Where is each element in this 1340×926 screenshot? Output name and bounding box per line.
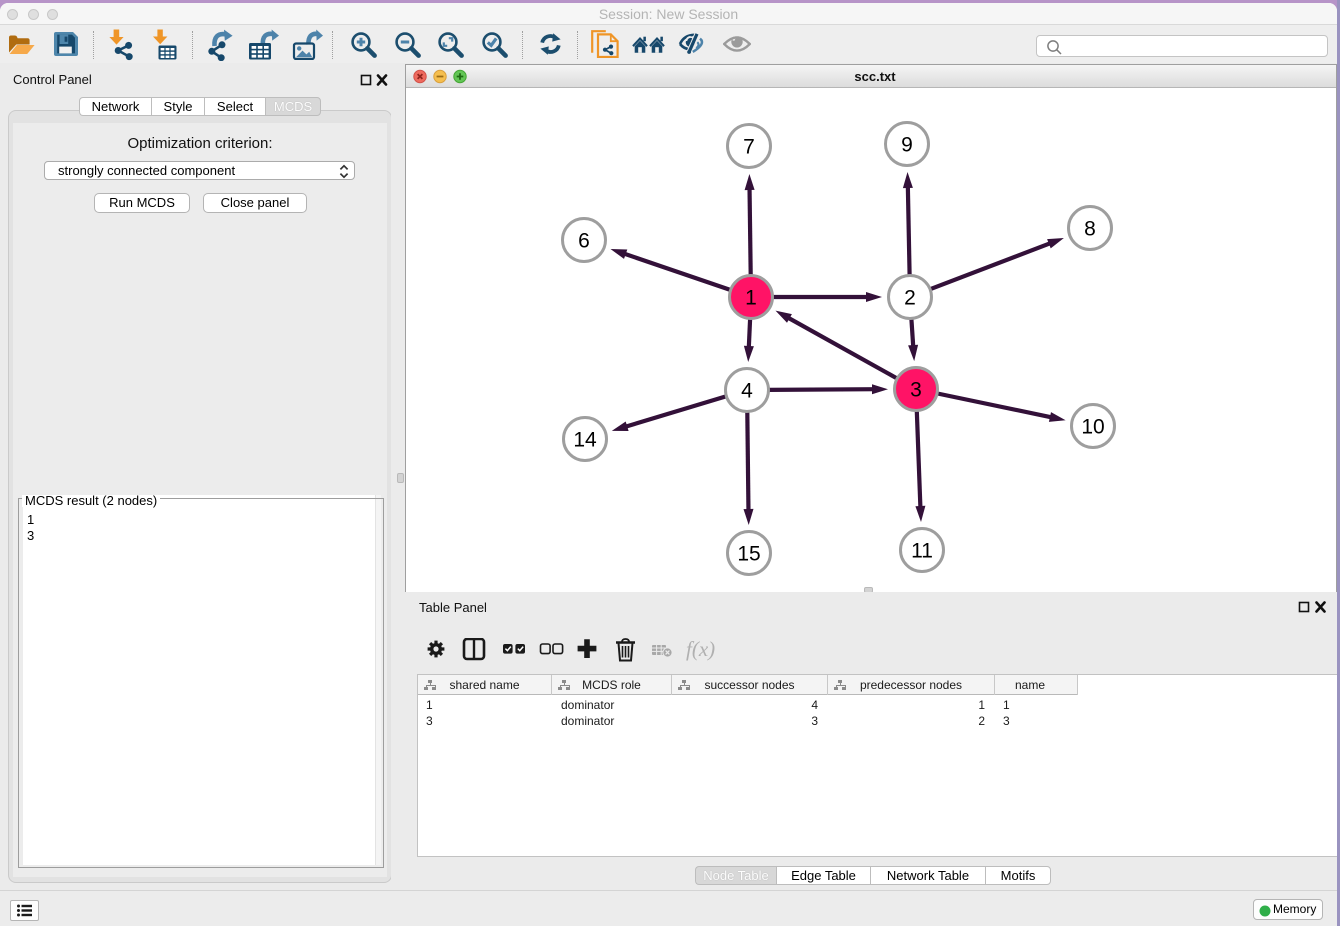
svg-text:8: 8 <box>1084 218 1096 241</box>
svg-text:2: 2 <box>904 287 916 310</box>
svg-text:3: 3 <box>910 379 922 402</box>
svg-text:7: 7 <box>743 136 755 159</box>
svg-text:4: 4 <box>741 380 753 403</box>
svg-text:f(x): f(x) <box>686 638 715 661</box>
svg-text:11: 11 <box>911 540 933 563</box>
svg-text:14: 14 <box>573 429 597 452</box>
svg-text:10: 10 <box>1081 416 1104 439</box>
svg-text:9: 9 <box>901 134 913 157</box>
svg-text:6: 6 <box>578 230 590 253</box>
svg-text:15: 15 <box>737 543 760 566</box>
svg-text:1: 1 <box>745 287 757 310</box>
